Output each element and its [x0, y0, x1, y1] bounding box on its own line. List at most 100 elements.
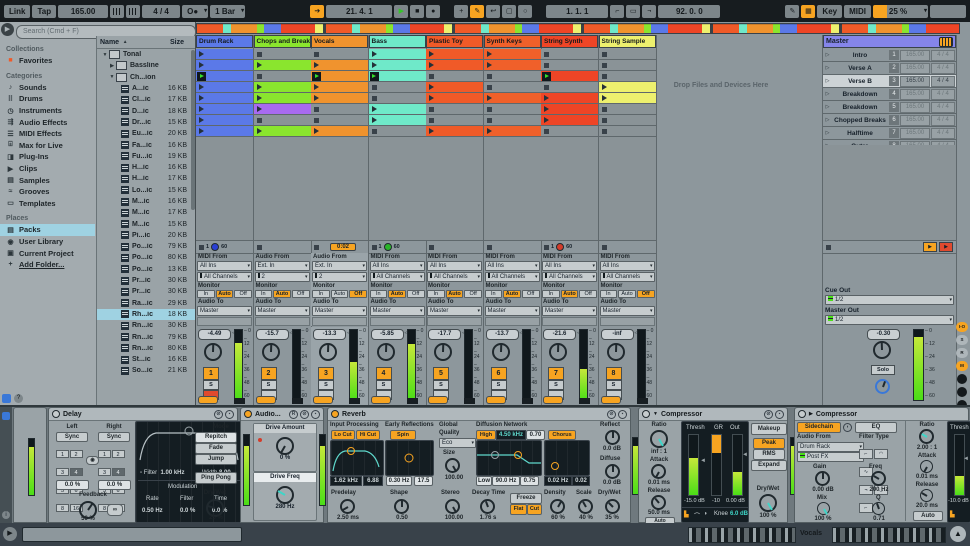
monitor-in-button[interactable]: In: [370, 290, 388, 298]
solo-button[interactable]: S: [376, 380, 392, 390]
sidebar-item-max-for-live[interactable]: ⌻ Max for Live: [0, 140, 95, 152]
automation-arm-button[interactable]: ✎: [470, 5, 484, 18]
low-q-value[interactable]: 0.75: [520, 476, 539, 486]
clip-slot[interactable]: [426, 60, 483, 71]
clip-slot-empty[interactable]: [426, 71, 483, 82]
scene-launch-icon[interactable]: ▷: [824, 52, 831, 58]
file-row[interactable]: Rn...ic 79 KB: [97, 331, 195, 342]
hot-swap-icon[interactable]: ⊘: [300, 410, 309, 419]
track-activator-button[interactable]: 1: [203, 367, 219, 380]
clip-slot[interactable]: [484, 93, 541, 104]
solo-button[interactable]: S: [491, 380, 507, 390]
peak-button[interactable]: Peak: [753, 438, 785, 449]
beat-division-cell[interactable]: 1: [56, 450, 69, 458]
sidebar-item-plug-ins[interactable]: ◨ Plug-Ins: [0, 151, 95, 163]
diffuse-knob[interactable]: [605, 464, 620, 479]
input-type-select[interactable]: All Ins: [542, 261, 597, 271]
cut-button[interactable]: Cut: [527, 504, 542, 515]
early-reflections-display[interactable]: [385, 440, 434, 476]
scene-tempo[interactable]: 165.00: [900, 102, 930, 113]
sidechain-eq-toggle[interactable]: EQ: [855, 422, 897, 433]
crossfade-indicator[interactable]: [543, 396, 563, 404]
clip-slot[interactable]: [196, 115, 253, 126]
input-freq-value[interactable]: 1.62 kHz: [330, 476, 362, 486]
clip-slot[interactable]: [369, 115, 426, 126]
size-knob[interactable]: [445, 458, 460, 473]
folder-row[interactable]: ▼ Ch...ion: [97, 72, 195, 83]
clip-slot-empty[interactable]: [369, 126, 426, 137]
file-row[interactable]: Rn...ic 30 KB: [97, 320, 195, 331]
scene-time-signature[interactable]: 4 / 4: [931, 50, 955, 61]
delay-offset-right[interactable]: 0.0 %: [98, 480, 131, 490]
scene-launch-icon[interactable]: ▷: [824, 104, 831, 110]
device-on-icon[interactable]: [331, 410, 339, 418]
chorus-button[interactable]: Chorus: [548, 430, 576, 440]
clip-slot-empty[interactable]: [484, 104, 541, 115]
sidebar-item-templates[interactable]: ▭ Templates: [0, 198, 95, 210]
track-header[interactable]: Chops and Breaks: [254, 35, 311, 48]
ratio-knob[interactable]: [919, 429, 934, 444]
track-header[interactable]: Bass: [369, 35, 426, 48]
track-activator-button[interactable]: 5: [433, 367, 449, 380]
listen-icon[interactable]: ◗: [843, 423, 852, 432]
reflect-knob[interactable]: [605, 430, 620, 445]
scene-launch-icon[interactable]: ▷: [824, 65, 831, 71]
solo-button[interactable]: S: [433, 380, 449, 390]
track-volume-display[interactable]: -5.85: [371, 329, 404, 340]
input-type-select[interactable]: All Ins: [485, 261, 540, 271]
fold-icon[interactable]: ▼: [653, 411, 658, 417]
input-type-select[interactable]: All Ins: [427, 261, 482, 271]
monitor-in-button[interactable]: In: [255, 290, 273, 298]
beat-division-cell[interactable]: 3: [56, 468, 69, 476]
clip-slot-empty[interactable]: [599, 115, 656, 126]
time-signature-display[interactable]: 4 / 4: [142, 5, 180, 18]
monitor-off-button[interactable]: Off: [464, 290, 482, 298]
monitor-off-button[interactable]: Off: [349, 290, 367, 298]
clip-slot[interactable]: [426, 93, 483, 104]
file-row[interactable]: Pr...ic 30 KB: [97, 275, 195, 286]
arrangement-position-display[interactable]: 21. 4. 1: [326, 5, 392, 18]
clip-slot[interactable]: [541, 104, 598, 115]
input-channel-select[interactable]: All Channels: [370, 272, 425, 282]
file-row[interactable]: A...ic 16 KB: [97, 83, 195, 94]
track-activator-button[interactable]: 8: [606, 367, 622, 380]
scene-launch-icon[interactable]: ▶: [923, 242, 937, 252]
device-on-icon[interactable]: [52, 410, 60, 418]
mix-knob[interactable]: [817, 502, 830, 515]
sidebar-item-user-library[interactable]: ◉ User Library: [0, 236, 95, 248]
loop-start-display[interactable]: 1. 1. 1: [546, 5, 608, 18]
pan-knob[interactable]: [204, 343, 222, 361]
comp-drywet-knob[interactable]: [759, 494, 777, 512]
spin-rate-value[interactable]: 0.30 Hz: [386, 476, 412, 486]
scene-launch-icon[interactable]: ▷: [824, 78, 831, 84]
master-out-select[interactable]: 1/2: [825, 315, 954, 325]
low-freq-value[interactable]: 90.0 Hz: [492, 476, 520, 486]
clip-slot-empty[interactable]: [254, 49, 311, 60]
monitor-in-button[interactable]: In: [485, 290, 503, 298]
solo-button[interactable]: S: [318, 380, 334, 390]
track-volume-display[interactable]: -21.6: [543, 329, 576, 340]
tap-button[interactable]: Tap: [32, 5, 56, 18]
clip-slot-empty[interactable]: [426, 104, 483, 115]
stop-button[interactable]: ■: [410, 5, 424, 18]
clip-slot-empty[interactable]: [599, 49, 656, 60]
shape-knob[interactable]: [394, 499, 409, 514]
clip-slot-empty[interactable]: [541, 82, 598, 93]
pan-knob[interactable]: [492, 343, 510, 361]
file-row[interactable]: So...ic 21 KB: [97, 365, 195, 376]
returns-show-toggle[interactable]: R: [956, 348, 968, 358]
sidechain-source-select[interactable]: Drum Rack: [797, 442, 864, 452]
hot-swap-icon[interactable]: ⊘: [764, 410, 773, 419]
input-q-value[interactable]: 6.88: [363, 476, 383, 486]
browser-chevron-icon[interactable]: ▶: [1, 23, 14, 36]
clip-slot-empty[interactable]: [484, 115, 541, 126]
beat-division-cell[interactable]: 4: [112, 468, 125, 476]
track-volume-display[interactable]: -13.7: [486, 329, 519, 340]
predelay-knob[interactable]: [340, 499, 355, 514]
input-channel-select[interactable]: All Channels: [600, 272, 655, 282]
master-solo-button[interactable]: Solo: [871, 365, 895, 375]
track-stop-row[interactable]: [254, 240, 311, 254]
delay-filter-toggle[interactable]: ▫ Filter 1.00 kHz: [140, 470, 185, 476]
solo-button[interactable]: S: [261, 380, 277, 390]
sidebar-item-drums[interactable]: ⠿ Drums: [0, 93, 95, 105]
